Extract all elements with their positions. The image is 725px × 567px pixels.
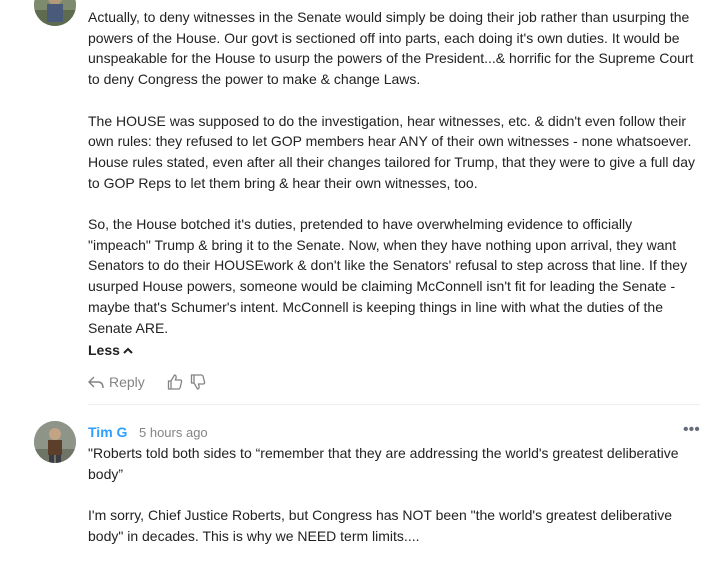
less-toggle-button[interactable]: Less: [88, 342, 133, 358]
reply-button[interactable]: Reply: [88, 374, 145, 390]
less-label: Less: [88, 342, 120, 358]
thumbs-down-icon: [190, 374, 206, 390]
avatar[interactable]: [34, 0, 76, 26]
thumbs-up-icon: [167, 374, 183, 390]
upvote-button[interactable]: [167, 374, 183, 390]
comment-body: "Roberts told both sides to “remember th…: [88, 443, 698, 567]
user-avatar-image: [34, 421, 76, 463]
reply-arrow-icon: [88, 376, 104, 388]
comment-paragraph: The HOUSE was supposed to do the investi…: [88, 112, 695, 191]
chevron-up-icon: [123, 347, 133, 354]
user-avatar-image: [34, 0, 76, 26]
comment-body: Actually, to deny witnesses in the Senat…: [88, 7, 698, 359]
comment-actions: Reply: [88, 372, 206, 392]
downvote-button[interactable]: [190, 374, 206, 390]
avatar[interactable]: [34, 421, 76, 463]
comment-paragraph: Actually, to deny witnesses in the Senat…: [88, 9, 694, 88]
more-options-button[interactable]: •••: [683, 421, 700, 439]
comment-author-link[interactable]: Tim G: [88, 424, 127, 440]
comment-paragraph: I'm sorry, Chief Justice Roberts, but Co…: [88, 507, 673, 544]
comment-divider: [88, 404, 700, 405]
comment-paragraph: So, the House botched it's duties, prete…: [88, 216, 688, 336]
comment-paragraph: "Roberts told both sides to “remember th…: [88, 445, 679, 482]
comment-timestamp[interactable]: 5 hours ago: [139, 425, 208, 440]
more-options-icon: •••: [683, 421, 700, 438]
reply-label: Reply: [109, 374, 145, 390]
